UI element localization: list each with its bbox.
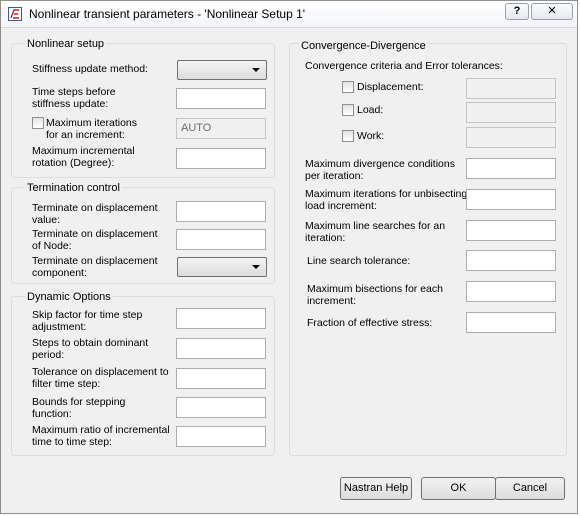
nastran-help-button[interactable]: Nastran Help (340, 477, 412, 500)
line-search-tolerance-label: Line search tolerance: (307, 255, 411, 267)
stiffness-update-method-select[interactable] (177, 60, 267, 80)
disp-value-label-line1: Terminate on displacement (32, 202, 158, 214)
work-field[interactable] (466, 127, 556, 148)
max-iter-unbisecting-label-line2: load increment: (305, 200, 377, 212)
time-steps-label-line1: Time steps before (32, 86, 116, 98)
max-ratio-label-line1: Maximum ratio of incremental (32, 424, 170, 436)
tolerance-disp-field[interactable] (176, 368, 266, 389)
steps-dominant-field[interactable] (176, 338, 266, 359)
max-iter-unbisecting-field[interactable] (466, 189, 556, 210)
max-divergence-label-line1: Maximum divergence conditions (305, 158, 455, 170)
bounds-stepping-field[interactable] (176, 397, 266, 418)
max-incremental-rotation-field[interactable] (176, 148, 266, 169)
ok-button[interactable]: OK (421, 477, 496, 500)
disp-value-label-line2: value: (32, 214, 61, 226)
disp-component-label-line1: Terminate on displacement (32, 255, 158, 267)
stiffness-update-method-label: Stiffness update method: (32, 63, 148, 75)
max-line-searches-label-line2: iteration: (305, 232, 346, 244)
chevron-down-icon (252, 265, 260, 269)
displacement-checkbox[interactable] (342, 81, 354, 93)
disp-node-label-line2: of Node: (32, 240, 72, 252)
disp-component-select[interactable] (177, 257, 267, 277)
disp-value-field[interactable] (176, 201, 266, 222)
steps-dominant-label-line1: Steps to obtain dominant (32, 337, 149, 349)
termination-control-title: Termination control (25, 182, 122, 194)
load-label: Load: (357, 104, 384, 116)
disp-node-field[interactable] (176, 229, 266, 250)
window-title: Nonlinear transient parameters - 'Nonlin… (29, 7, 306, 21)
convergence-criteria-label: Convergence criteria and Error tolerance… (305, 60, 503, 72)
line-search-tolerance-field[interactable] (466, 250, 556, 271)
max-iter-unbisecting-label-line1: Maximum iterations for unbisecting (305, 188, 468, 200)
skip-factor-label-line2: adjustment: (32, 321, 87, 333)
tolerance-disp-label-line1: Tolerance on displacement to (32, 366, 169, 378)
displacement-label: Displacement: (357, 81, 424, 93)
max-ratio-label-line2: time to time step: (32, 436, 112, 448)
app-icon (8, 7, 22, 21)
steps-dominant-label-line2: period: (32, 349, 65, 361)
max-line-searches-label-line1: Maximum line searches for an (305, 220, 446, 232)
max-ratio-field[interactable] (176, 426, 266, 447)
chevron-down-icon (252, 68, 260, 72)
work-label: Work: (357, 130, 385, 142)
title-bar[interactable]: Nonlinear transient parameters - 'Nonlin… (1, 1, 577, 28)
work-checkbox[interactable] (342, 130, 354, 142)
max-divergence-field[interactable] (466, 158, 556, 179)
max-iterations-label-line2: for an increment: (46, 129, 125, 141)
nonlinear-setup-title: Nonlinear setup (25, 38, 107, 50)
skip-factor-field[interactable] (176, 308, 266, 329)
time-steps-field[interactable] (176, 88, 266, 109)
disp-node-label-line1: Terminate on displacement (32, 228, 158, 240)
fraction-effective-stress-label: Fraction of effective stress: (307, 317, 433, 329)
help-icon[interactable]: ? (505, 3, 529, 20)
convergence-divergence-title: Convergence-Divergence (299, 40, 428, 52)
fraction-effective-stress-field[interactable] (466, 312, 556, 333)
max-iterations-checkbox[interactable] (32, 117, 44, 129)
max-iterations-field[interactable]: AUTO (176, 118, 266, 139)
close-icon[interactable]: ✕ (531, 3, 573, 20)
load-field[interactable] (466, 102, 556, 123)
disp-component-label-line2: component: (32, 267, 87, 279)
max-bisections-label-line1: Maximum bisections for each (307, 283, 443, 295)
max-incremental-rotation-label-line2: rotation (Degree): (32, 157, 115, 169)
cancel-button[interactable]: Cancel (495, 477, 565, 500)
max-bisections-label-line2: increment: (307, 295, 357, 307)
tolerance-disp-label-line2: filter time step: (32, 378, 101, 390)
time-steps-label-line2: stiffness update: (32, 98, 109, 110)
max-incremental-rotation-label-line1: Maximum incremental (32, 145, 135, 157)
bounds-stepping-label-line2: function: (32, 408, 72, 420)
max-bisections-field[interactable] (466, 281, 556, 302)
load-checkbox[interactable] (342, 104, 354, 116)
displacement-field[interactable] (466, 78, 556, 99)
max-divergence-label-line2: per iteration: (305, 170, 364, 182)
dialog-window: Nonlinear transient parameters - 'Nonlin… (0, 0, 578, 514)
max-line-searches-field[interactable] (466, 220, 556, 241)
bounds-stepping-label-line1: Bounds for stepping (32, 396, 126, 408)
skip-factor-label-line1: Skip factor for time step (32, 309, 143, 321)
max-iterations-label-line1: Maximum iterations (46, 117, 138, 129)
dynamic-options-title: Dynamic Options (25, 291, 113, 303)
